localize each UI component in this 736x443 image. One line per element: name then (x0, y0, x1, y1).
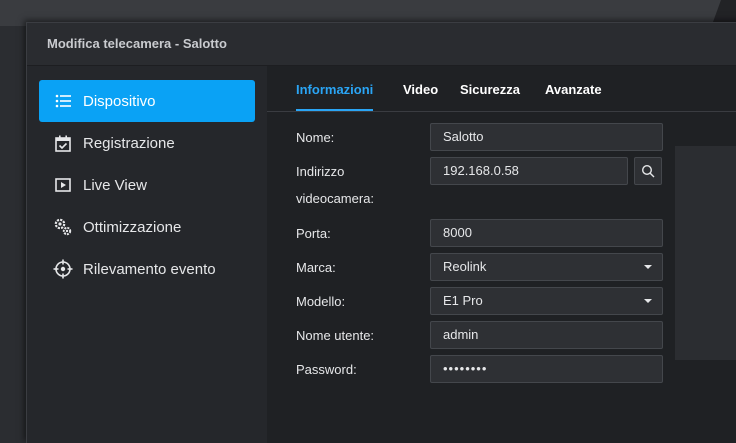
password-field[interactable]: •••••••• (430, 355, 663, 383)
port-label: Porta: (296, 226, 331, 241)
tab-video[interactable]: Video (403, 82, 438, 109)
model-label: Modello: (296, 294, 346, 309)
play-box-icon (53, 175, 73, 195)
sidebar: Dispositivo Registrazione Live View Otti… (27, 66, 267, 443)
ip-label-line1: Indirizzo (296, 164, 345, 179)
chevron-down-icon (644, 265, 652, 269)
ip-address-field[interactable]: 192.168.0.58 (430, 157, 628, 185)
calendar-check-icon (53, 133, 73, 153)
search-icon (641, 164, 655, 178)
model-select[interactable]: E1 Pro (430, 287, 663, 315)
tab-informazioni[interactable]: Informazioni (296, 82, 374, 111)
sidebar-item-label: Ottimizzazione (83, 218, 182, 236)
name-field[interactable]: Salotto (430, 123, 663, 151)
tab-bar: Informazioni Video Sicurezza Avanzate (267, 66, 736, 112)
camera-preview-area (675, 146, 736, 360)
search-button[interactable] (634, 157, 662, 185)
brand-select-value: Reolink (443, 259, 487, 274)
sidebar-item-rilevamento-evento[interactable]: Rilevamento evento (39, 248, 255, 290)
sidebar-item-label: Live View (83, 176, 147, 194)
window-title: Modifica telecamera - Salotto (47, 36, 227, 51)
sidebar-item-dispositivo[interactable]: Dispositivo (39, 80, 255, 122)
username-field[interactable]: admin (430, 321, 663, 349)
sidebar-item-label: Registrazione (83, 134, 175, 152)
brand-label: Marca: (296, 260, 336, 275)
port-field[interactable]: 8000 (430, 219, 663, 247)
window-titlebar[interactable]: Modifica telecamera - Salotto (27, 23, 736, 66)
brand-select[interactable]: Reolink (430, 253, 663, 281)
ip-label-line2: videocamera: (296, 191, 375, 206)
sidebar-item-label: Rilevamento evento (83, 260, 216, 278)
sidebar-item-live-view[interactable]: Live View (39, 164, 255, 206)
name-label: Nome: (296, 130, 335, 145)
password-label: Password: (296, 362, 357, 377)
content-panel: Informazioni Video Sicurezza Avanzate No… (267, 66, 736, 443)
tab-avanzate[interactable]: Avanzate (545, 82, 602, 109)
sidebar-item-registrazione[interactable]: Registrazione (39, 122, 255, 164)
crosshair-icon (53, 259, 73, 279)
list-icon (53, 91, 73, 111)
sidebar-item-label: Dispositivo (83, 92, 156, 110)
chevron-down-icon (644, 299, 652, 303)
edit-camera-window: Modifica telecamera - Salotto Dispositiv… (26, 22, 736, 443)
gears-icon (53, 217, 73, 237)
model-select-value: E1 Pro (443, 293, 483, 308)
tab-sicurezza[interactable]: Sicurezza (460, 82, 520, 109)
sidebar-item-ottimizzazione[interactable]: Ottimizzazione (39, 206, 255, 248)
username-label: Nome utente: (296, 328, 375, 343)
